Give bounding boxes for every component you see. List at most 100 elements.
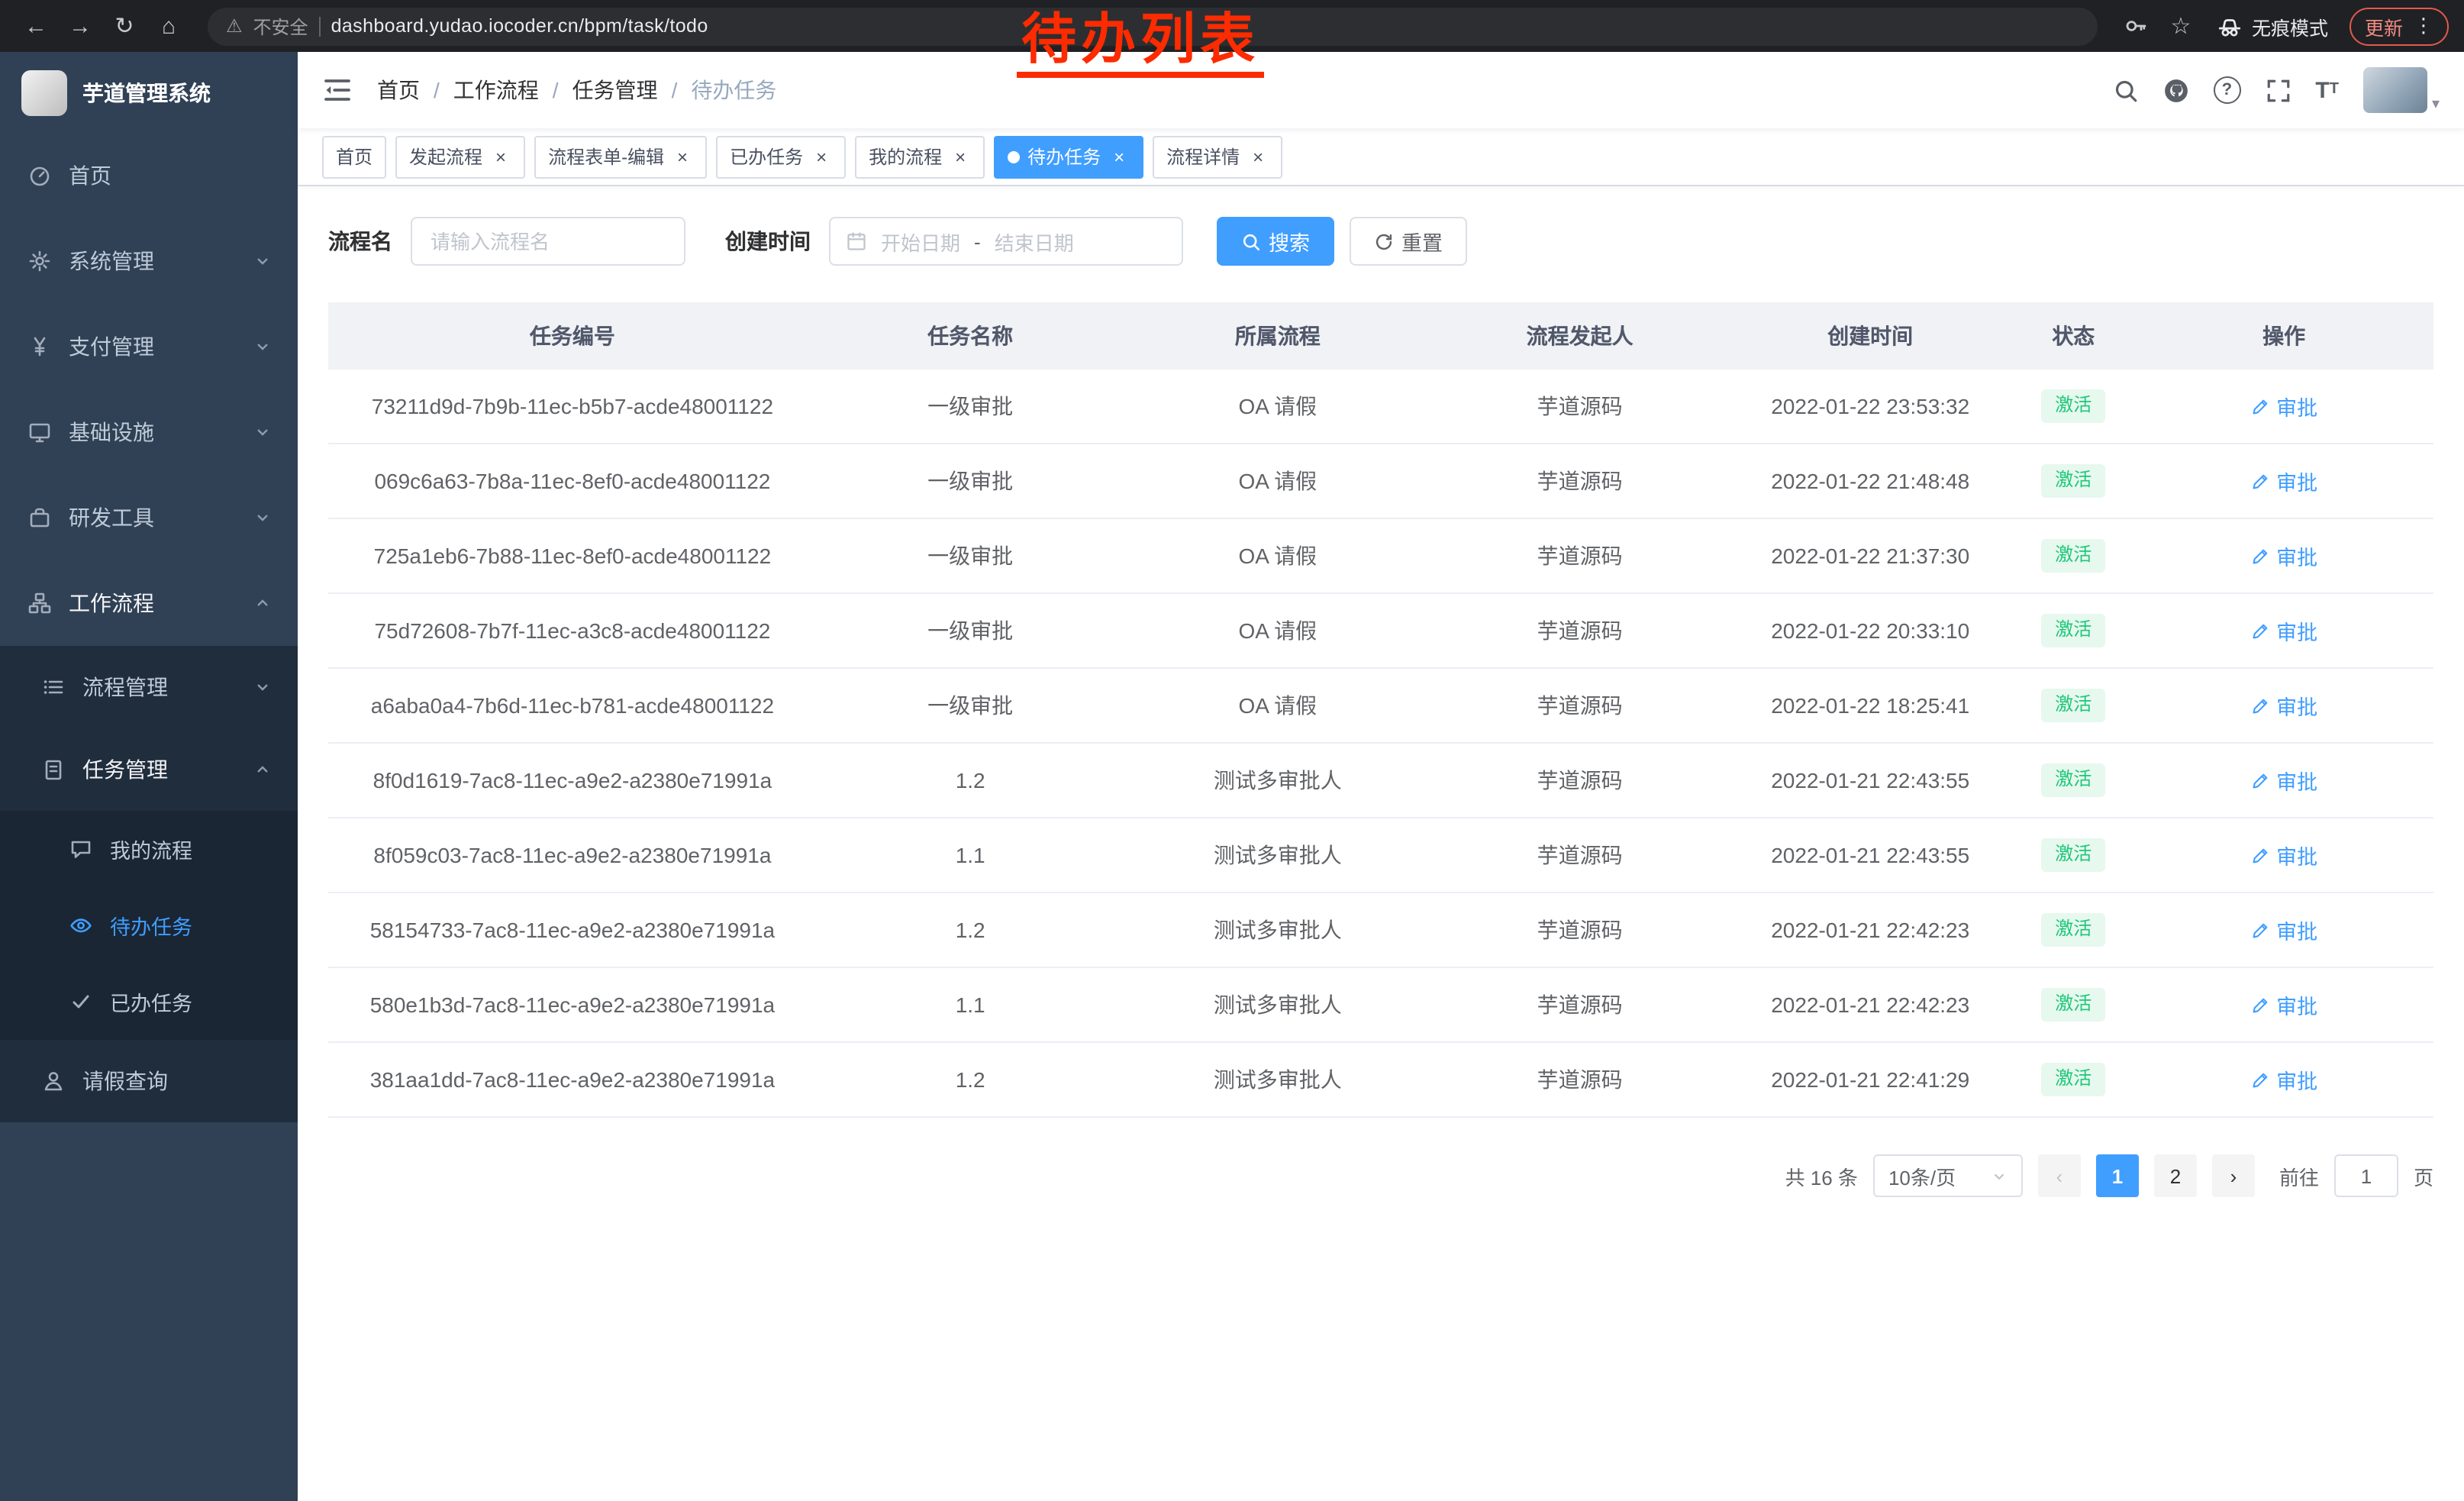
tab-home[interactable]: 首页 — [322, 135, 386, 178]
approve-link[interactable]: 审批 — [2250, 541, 2317, 571]
page-number-1[interactable]: 1 — [2096, 1154, 2139, 1197]
breadcrumb-workflow[interactable]: 工作流程 — [453, 75, 539, 105]
total-count-label: 共 16 条 — [1785, 1161, 1858, 1190]
breadcrumb: 首页 / 工作流程 / 任务管理 / 待办任务 — [377, 75, 776, 105]
status-cell: 激活 — [2012, 593, 2134, 668]
prev-page-button[interactable]: ‹ — [2038, 1154, 2081, 1197]
breadcrumb-home[interactable]: 首页 — [377, 75, 420, 105]
task-table-body: 73211d9d-7b9b-11ec-b5b7-acde48001122 一级审… — [328, 370, 2433, 1117]
search-icon[interactable] — [2112, 77, 2138, 103]
chevron-down-icon — [253, 252, 272, 270]
chevron-down-icon — [253, 423, 272, 441]
sidebar-item-my-process[interactable]: 我的流程 — [0, 811, 298, 887]
sidebar-item-infrastructure[interactable]: 基础设施 — [0, 389, 298, 475]
page-size-select[interactable]: 10条/页 — [1873, 1154, 2023, 1197]
process-cell: OA 请假 — [1124, 668, 1432, 743]
browser-menu-icon[interactable]: ⋮ — [2414, 14, 2433, 38]
browser-refresh-icon[interactable]: ↻ — [104, 5, 145, 47]
table-row: 73211d9d-7b9b-11ec-b5b7-acde48001122 一级审… — [328, 370, 2433, 444]
tabs-bar: 首页 发起流程 × 流程表单-编辑 × 已办任务 × 我的流程 × — [298, 128, 2464, 186]
reset-button[interactable]: 重置 — [1350, 217, 1467, 266]
tab-close-icon[interactable]: × — [1108, 146, 1130, 167]
initiator-cell: 芋道源码 — [1431, 967, 1728, 1042]
browser-update-button[interactable]: 更新 ⋮ — [2350, 7, 2449, 45]
action-cell: 审批 — [2134, 743, 2433, 818]
tab-done-task[interactable]: 已办任务 × — [716, 135, 846, 178]
user-menu[interactable]: ▾ — [2363, 67, 2440, 113]
task-id-cell: 8f059c03-7ac8-11ec-a9e2-a2380e71991a — [328, 818, 817, 893]
approve-link[interactable]: 审批 — [2250, 690, 2317, 721]
font-size-icon[interactable]: TT — [2315, 79, 2339, 102]
tab-process-detail[interactable]: 流程详情 × — [1153, 135, 1282, 178]
approve-link[interactable]: 审批 — [2250, 1064, 2317, 1095]
pagination: 共 16 条 10条/页 ‹ 1 2 › 前往 页 — [328, 1154, 2433, 1197]
breadcrumb-task-mgmt[interactable]: 任务管理 — [572, 75, 658, 105]
sidebar-item-done-task[interactable]: 已办任务 — [0, 964, 298, 1040]
tab-close-icon[interactable]: × — [1247, 146, 1269, 167]
help-icon[interactable]: ? — [2213, 76, 2240, 104]
todo-task-table: 任务编号 任务名称 所属流程 流程发起人 创建时间 状态 操作 73211d9d… — [328, 302, 2433, 1118]
tab-todo-task[interactable]: 待办任务 × — [994, 135, 1143, 178]
page-number-2[interactable]: 2 — [2154, 1154, 2197, 1197]
browser-home-icon[interactable]: ⌂ — [148, 5, 189, 47]
table-row: 580e1b3d-7ac8-11ec-a9e2-a2380e71991a 1.1… — [328, 967, 2433, 1042]
avatar[interactable] — [2363, 67, 2427, 113]
sidebar-item-dev-tools[interactable]: 研发工具 — [0, 475, 298, 560]
password-key-icon[interactable] — [2116, 5, 2157, 47]
sidebar-toggle-icon[interactable] — [322, 75, 353, 105]
fullscreen-icon[interactable] — [2265, 77, 2291, 103]
browser-forward-icon[interactable]: → — [60, 5, 101, 47]
chat-icon — [67, 837, 95, 861]
tab-close-icon[interactable]: × — [672, 146, 693, 167]
approve-link[interactable]: 审批 — [2250, 765, 2317, 796]
goto-page-input[interactable] — [2334, 1154, 2398, 1197]
sidebar-item-task-mgmt[interactable]: 任务管理 — [0, 728, 298, 811]
approve-link[interactable]: 审批 — [2250, 840, 2317, 870]
page-content: 流程名 创建时间 开始日期 - 结束日期 搜索 — [298, 186, 2464, 1501]
task-name-cell: 一级审批 — [817, 444, 1124, 518]
approve-link[interactable]: 审批 — [2250, 466, 2317, 496]
sidebar-item-process-mgmt[interactable]: 流程管理 — [0, 646, 298, 728]
edit-pencil-icon — [2250, 696, 2270, 715]
github-icon[interactable] — [2162, 77, 2188, 103]
task-name-cell: 1.1 — [817, 818, 1124, 893]
breadcrumb-separator: / — [434, 78, 440, 102]
sidebar-item-payment-mgmt[interactable]: 支付管理 — [0, 304, 298, 389]
browser-back-icon[interactable]: ← — [15, 5, 56, 47]
tab-close-icon[interactable]: × — [950, 146, 971, 167]
app-logo[interactable]: 芋道管理系统 — [0, 52, 298, 133]
date-range-picker[interactable]: 开始日期 - 结束日期 — [829, 217, 1183, 266]
action-cell: 审批 — [2134, 818, 2433, 893]
process-name-input[interactable] — [411, 217, 685, 266]
not-secure-warning-icon: ⚠ — [226, 15, 243, 37]
sidebar-item-workflow[interactable]: 工作流程 — [0, 560, 298, 646]
initiator-cell: 芋道源码 — [1431, 444, 1728, 518]
tab-start-process[interactable]: 发起流程 × — [395, 135, 525, 178]
sidebar-item-home[interactable]: 首页 — [0, 133, 298, 218]
approve-link[interactable]: 审批 — [2250, 915, 2317, 945]
initiator-cell: 芋道源码 — [1431, 893, 1728, 967]
search-button[interactable]: 搜索 — [1217, 217, 1334, 266]
edit-pencil-icon — [2250, 995, 2270, 1015]
chevron-up-icon — [253, 760, 272, 779]
sidebar-item-leave-query[interactable]: 请假查询 — [0, 1040, 298, 1122]
tab-my-process[interactable]: 我的流程 × — [855, 135, 985, 178]
url-text: dashboard.yudao.iocoder.cn/bpm/task/todo — [331, 15, 708, 37]
chevron-up-icon — [253, 594, 272, 612]
created-time-cell: 2022-01-22 23:53:32 — [1728, 370, 2012, 444]
tab-process-form-edit[interactable]: 流程表单-编辑 × — [534, 135, 707, 178]
column-created-time: 创建时间 — [1728, 302, 2012, 370]
task-id-cell: 75d72608-7b7f-11ec-a3c8-acde48001122 — [328, 593, 817, 668]
approve-link[interactable]: 审批 — [2250, 391, 2317, 421]
tab-close-icon[interactable]: × — [490, 146, 511, 167]
sidebar-item-todo-task[interactable]: 待办任务 — [0, 887, 298, 964]
approve-link[interactable]: 审批 — [2250, 615, 2317, 646]
tab-close-icon[interactable]: × — [811, 146, 832, 167]
bookmark-star-icon[interactable]: ☆ — [2160, 5, 2201, 47]
sidebar-item-system-mgmt[interactable]: 系统管理 — [0, 218, 298, 304]
created-time-cell: 2022-01-21 22:41:29 — [1728, 1042, 2012, 1117]
approve-link[interactable]: 审批 — [2250, 989, 2317, 1020]
process-cell: 测试多审批人 — [1124, 893, 1432, 967]
next-page-button[interactable]: › — [2212, 1154, 2255, 1197]
status-cell: 激活 — [2012, 370, 2134, 444]
